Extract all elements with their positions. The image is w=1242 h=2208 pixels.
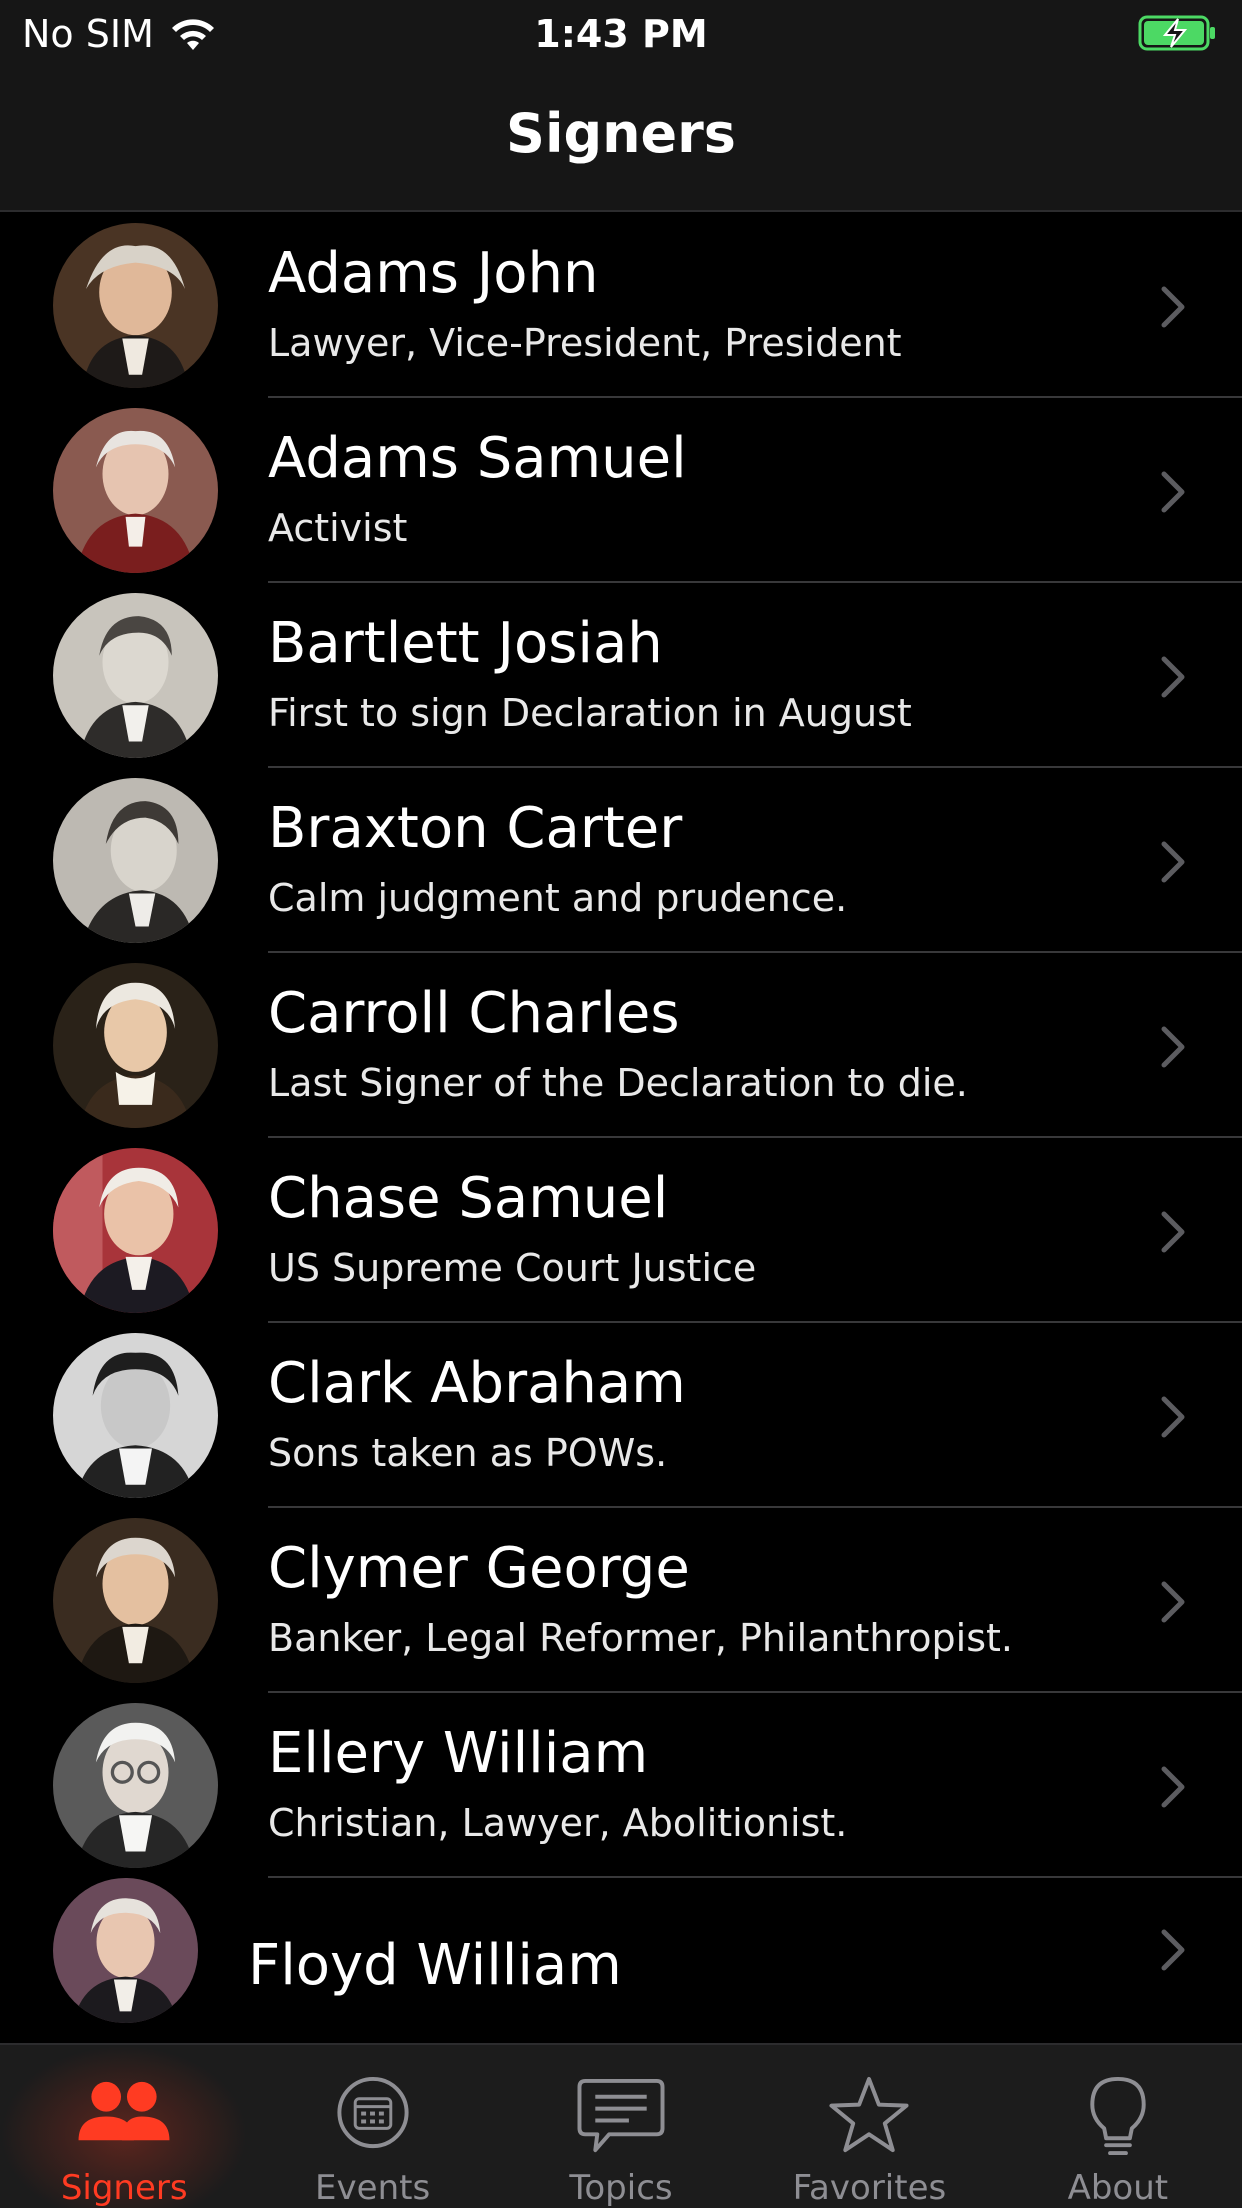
signer-name: Clark Abraham	[268, 1351, 686, 1416]
signer-portrait	[53, 1703, 218, 1868]
signer-row-clymer-george[interactable]: Clymer George Banker, Legal Reformer, Ph…	[0, 1508, 1242, 1693]
signer-subtitle: US Supreme Court Justice	[268, 1246, 757, 1290]
chevron-right-icon	[1161, 1581, 1185, 1623]
signer-portrait	[53, 593, 218, 758]
tab-label: Signers	[60, 2168, 188, 2208]
app-screen: No SIM 1:43 PM Signers Adams John Lawyer…	[0, 0, 1242, 2208]
signer-row-floyd-william[interactable]: Floyd William	[0, 1878, 1242, 2043]
signer-portrait	[53, 1878, 198, 2023]
chevron-right-icon	[1161, 1766, 1185, 1808]
calendar-icon	[337, 2076, 409, 2149]
signer-subtitle: Calm judgment and prudence.	[268, 876, 848, 920]
signer-name: Bartlett Josiah	[268, 611, 663, 676]
signer-portrait	[53, 778, 218, 943]
signer-row-carroll-charles[interactable]: Carroll Charles Last Signer of the Decla…	[0, 953, 1242, 1138]
chevron-right-icon	[1161, 1211, 1185, 1253]
signer-name: Ellery William	[268, 1721, 649, 1786]
tab-bar: Signers Events Topics Favorites About	[0, 2043, 1242, 2208]
tab-label: Events	[315, 2168, 431, 2208]
signer-portrait	[53, 1333, 218, 1498]
chat-bubble-icon	[577, 2078, 665, 2153]
signer-subtitle: Lawyer, Vice-President, President	[268, 321, 902, 365]
signer-portrait	[53, 223, 218, 388]
signer-name: Adams John	[268, 241, 599, 306]
star-icon	[829, 2076, 909, 2153]
signer-name: Braxton Carter	[268, 796, 683, 861]
navigation-bar: Signers	[0, 66, 1242, 212]
signer-portrait	[53, 963, 218, 1128]
signer-subtitle: Sons taken as POWs.	[268, 1431, 668, 1475]
signer-portrait	[53, 1518, 218, 1683]
signer-row-bartlett-josiah[interactable]: Bartlett Josiah First to sign Declaratio…	[0, 583, 1242, 768]
signer-portrait	[53, 1148, 218, 1313]
signer-row-clark-abraham[interactable]: Clark Abraham Sons taken as POWs.	[0, 1323, 1242, 1508]
tab-label: Topics	[569, 2168, 673, 2208]
signer-subtitle: Christian, Lawyer, Abolitionist.	[268, 1801, 848, 1845]
signer-subtitle: Last Signer of the Declaration to die.	[268, 1061, 968, 1105]
signer-subtitle: Activist	[268, 506, 408, 550]
signer-subtitle: First to sign Declaration in August	[268, 691, 912, 735]
tab-about[interactable]: About	[994, 2045, 1242, 2208]
signer-row-braxton-carter[interactable]: Braxton Carter Calm judgment and prudenc…	[0, 768, 1242, 953]
tab-events[interactable]: Events	[248, 2045, 496, 2208]
signer-subtitle: Banker, Legal Reformer, Philanthropist.	[268, 1616, 1013, 1660]
signer-name: Carroll Charles	[268, 981, 680, 1046]
page-title: Signers	[506, 102, 736, 165]
signer-row-ellery-william[interactable]: Ellery William Christian, Lawyer, Abolit…	[0, 1693, 1242, 1878]
signer-name: Adams Samuel	[268, 426, 687, 491]
chevron-right-icon	[1161, 286, 1185, 328]
battery-charging-icon	[1138, 15, 1215, 51]
tab-label: About	[1067, 2168, 1169, 2208]
tab-favorites[interactable]: Favorites	[745, 2045, 993, 2208]
signer-row-adams-john[interactable]: Adams John Lawyer, Vice-President, Presi…	[0, 213, 1242, 398]
lightbulb-icon	[1090, 2076, 1146, 2156]
chevron-right-icon	[1161, 841, 1185, 883]
signers-list[interactable]: Adams John Lawyer, Vice-President, Presi…	[0, 213, 1242, 2043]
signer-name: Chase Samuel	[268, 1166, 669, 1231]
signer-portrait	[53, 408, 218, 573]
signer-row-chase-samuel[interactable]: Chase Samuel US Supreme Court Justice	[0, 1138, 1242, 1323]
tab-topics[interactable]: Topics	[497, 2045, 745, 2208]
chevron-right-icon	[1161, 471, 1185, 513]
chevron-right-icon	[1161, 1026, 1185, 1068]
tab-label: Favorites	[792, 2168, 947, 2208]
chevron-right-icon	[1161, 1929, 1185, 1971]
status-bar: No SIM 1:43 PM	[0, 0, 1242, 66]
tab-signers[interactable]: Signers	[0, 2045, 249, 2208]
signer-row-adams-samuel[interactable]: Adams Samuel Activist	[0, 398, 1242, 583]
status-time: 1:43 PM	[534, 12, 708, 56]
chevron-right-icon	[1161, 1396, 1185, 1438]
chevron-right-icon	[1161, 656, 1185, 698]
signer-name: Floyd William	[248, 1933, 622, 1998]
people-icon	[78, 2081, 170, 2141]
signer-name: Clymer George	[268, 1536, 690, 1601]
